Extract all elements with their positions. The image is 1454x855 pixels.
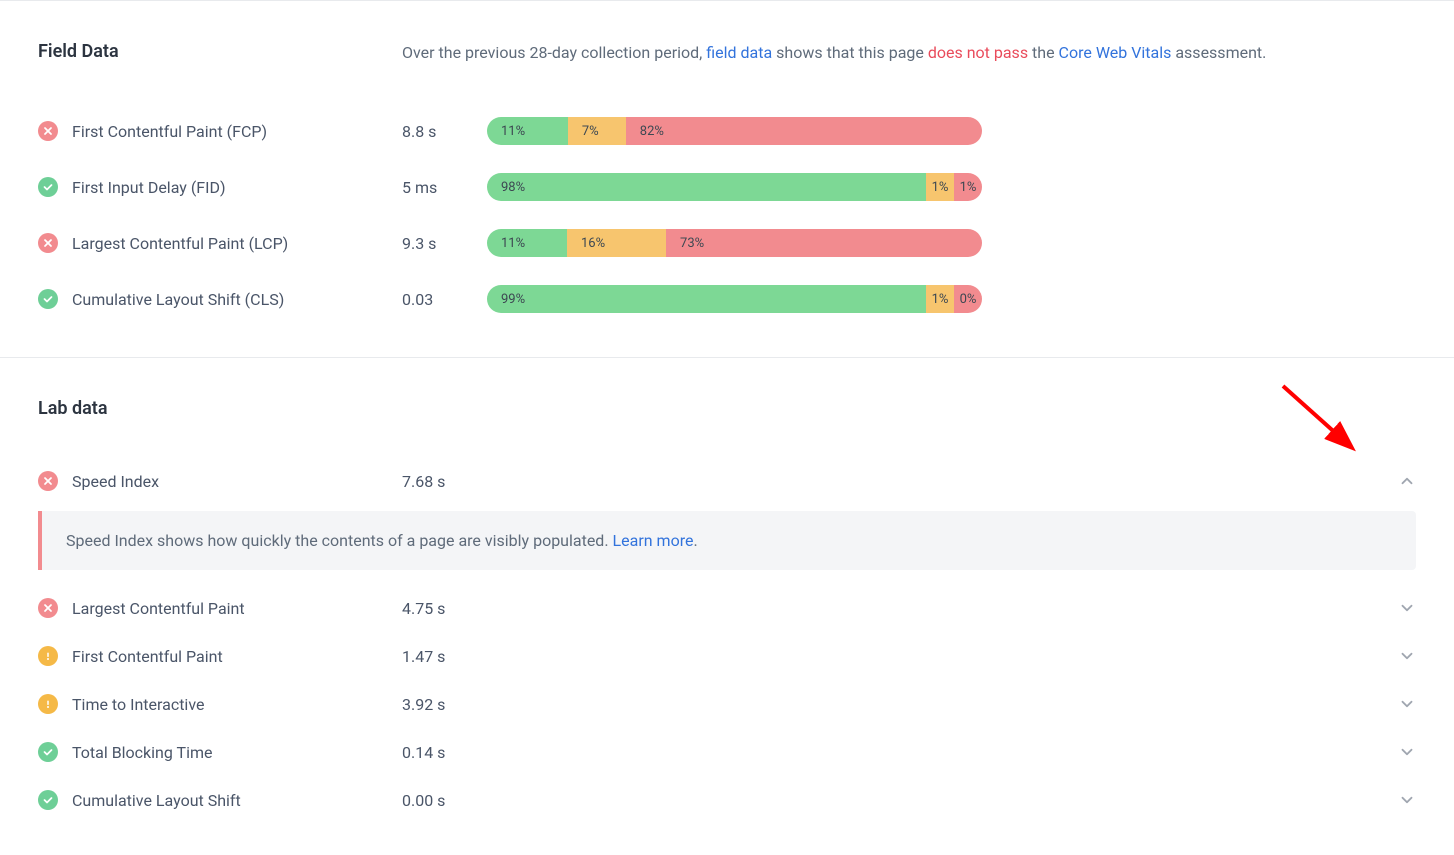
metric-value: 3.92 s — [402, 695, 487, 714]
lab-metric-row[interactable]: Largest Contentful Paint 4.75 s — [38, 584, 1416, 632]
metric-value: 9.3 s — [402, 234, 487, 253]
lab-data-title: Lab data — [38, 398, 402, 419]
metric-label: Largest Contentful Paint — [72, 599, 402, 618]
metric-value: 5 ms — [402, 178, 487, 197]
metric-label: Cumulative Layout Shift (CLS) — [72, 290, 402, 309]
metric-value: 0.14 s — [402, 743, 487, 762]
dist-segment-orange: 16% — [567, 229, 666, 257]
field-metric-row: Largest Contentful Paint (LCP) 9.3 s 11%… — [38, 215, 1416, 271]
assessment-fail-text: does not pass — [928, 43, 1028, 62]
lab-data-section: Lab data Speed Index 7.68 s Speed Index … — [38, 358, 1416, 854]
dist-segment-red: 82% — [626, 117, 982, 145]
dist-segment-orange: 1% — [926, 173, 954, 201]
distribution-bar: 99%1%0% — [487, 285, 982, 313]
metric-value: 8.8 s — [402, 122, 487, 141]
distribution-bar: 11%7%82% — [487, 117, 982, 145]
fail-icon — [38, 471, 58, 491]
metric-value: 0.00 s — [402, 791, 487, 810]
field-metric-row: First Contentful Paint (FCP) 8.8 s 11%7%… — [38, 103, 1416, 159]
lab-metric-row[interactable]: Cumulative Layout Shift 0.00 s — [38, 776, 1416, 824]
lab-metric-row[interactable]: Total Blocking Time 0.14 s — [38, 728, 1416, 776]
metric-label: Time to Interactive — [72, 695, 402, 714]
metric-value: 7.68 s — [402, 472, 487, 491]
chevron-down-icon[interactable] — [1398, 695, 1416, 713]
lab-metric-row[interactable]: Speed Index 7.68 s — [38, 457, 1416, 505]
pass-icon — [38, 790, 58, 810]
chevron-down-icon[interactable] — [1398, 743, 1416, 761]
fail-icon — [38, 598, 58, 618]
chevron-down-icon[interactable] — [1398, 791, 1416, 809]
dist-segment-green: 99% — [487, 285, 926, 313]
field-metric-row: First Input Delay (FID) 5 ms 98%1%1% — [38, 159, 1416, 215]
warn-icon — [38, 694, 58, 714]
dist-segment-orange: 7% — [568, 117, 626, 145]
field-data-link[interactable]: field data — [706, 43, 772, 62]
metric-value: 1.47 s — [402, 647, 487, 666]
field-data-description: Over the previous 28-day collection peri… — [402, 41, 1266, 65]
field-data-title: Field Data — [38, 41, 402, 62]
pass-icon — [38, 742, 58, 762]
metric-label: First Contentful Paint (FCP) — [72, 122, 402, 141]
warn-icon — [38, 646, 58, 666]
chevron-down-icon[interactable] — [1398, 647, 1416, 665]
fail-icon — [38, 233, 58, 253]
dist-segment-orange: 1% — [926, 285, 954, 313]
chevron-up-icon[interactable] — [1398, 472, 1416, 490]
pass-icon — [38, 289, 58, 309]
dist-segment-green: 11% — [487, 117, 568, 145]
distribution-bar: 98%1%1% — [487, 173, 982, 201]
info-text: Speed Index shows how quickly the conten… — [66, 531, 698, 550]
metric-label: Speed Index — [72, 472, 402, 491]
fail-icon — [38, 121, 58, 141]
pass-icon — [38, 177, 58, 197]
metric-label: First Contentful Paint — [72, 647, 402, 666]
dist-segment-red: 0% — [954, 285, 982, 313]
metric-value: 0.03 — [402, 290, 487, 309]
field-data-section: Field Data Over the previous 28-day coll… — [38, 1, 1416, 357]
core-web-vitals-link[interactable]: Core Web Vitals — [1059, 43, 1172, 62]
dist-segment-red: 73% — [666, 229, 982, 257]
chevron-down-icon[interactable] — [1398, 599, 1416, 617]
dist-segment-green: 98% — [487, 173, 926, 201]
metric-value: 4.75 s — [402, 599, 487, 618]
dist-segment-green: 11% — [487, 229, 567, 257]
metric-label: First Input Delay (FID) — [72, 178, 402, 197]
distribution-bar: 11%16%73% — [487, 229, 982, 257]
lab-metric-row[interactable]: First Contentful Paint 1.47 s — [38, 632, 1416, 680]
metric-info-panel: Speed Index shows how quickly the conten… — [38, 511, 1416, 570]
metric-label: Cumulative Layout Shift — [72, 791, 402, 810]
dist-segment-red: 1% — [954, 173, 982, 201]
learn-more-link[interactable]: Learn more — [613, 531, 694, 550]
metric-label: Total Blocking Time — [72, 743, 402, 762]
metric-label: Largest Contentful Paint (LCP) — [72, 234, 402, 253]
field-metric-row: Cumulative Layout Shift (CLS) 0.03 99%1%… — [38, 271, 1416, 327]
lab-metric-row[interactable]: Time to Interactive 3.92 s — [38, 680, 1416, 728]
